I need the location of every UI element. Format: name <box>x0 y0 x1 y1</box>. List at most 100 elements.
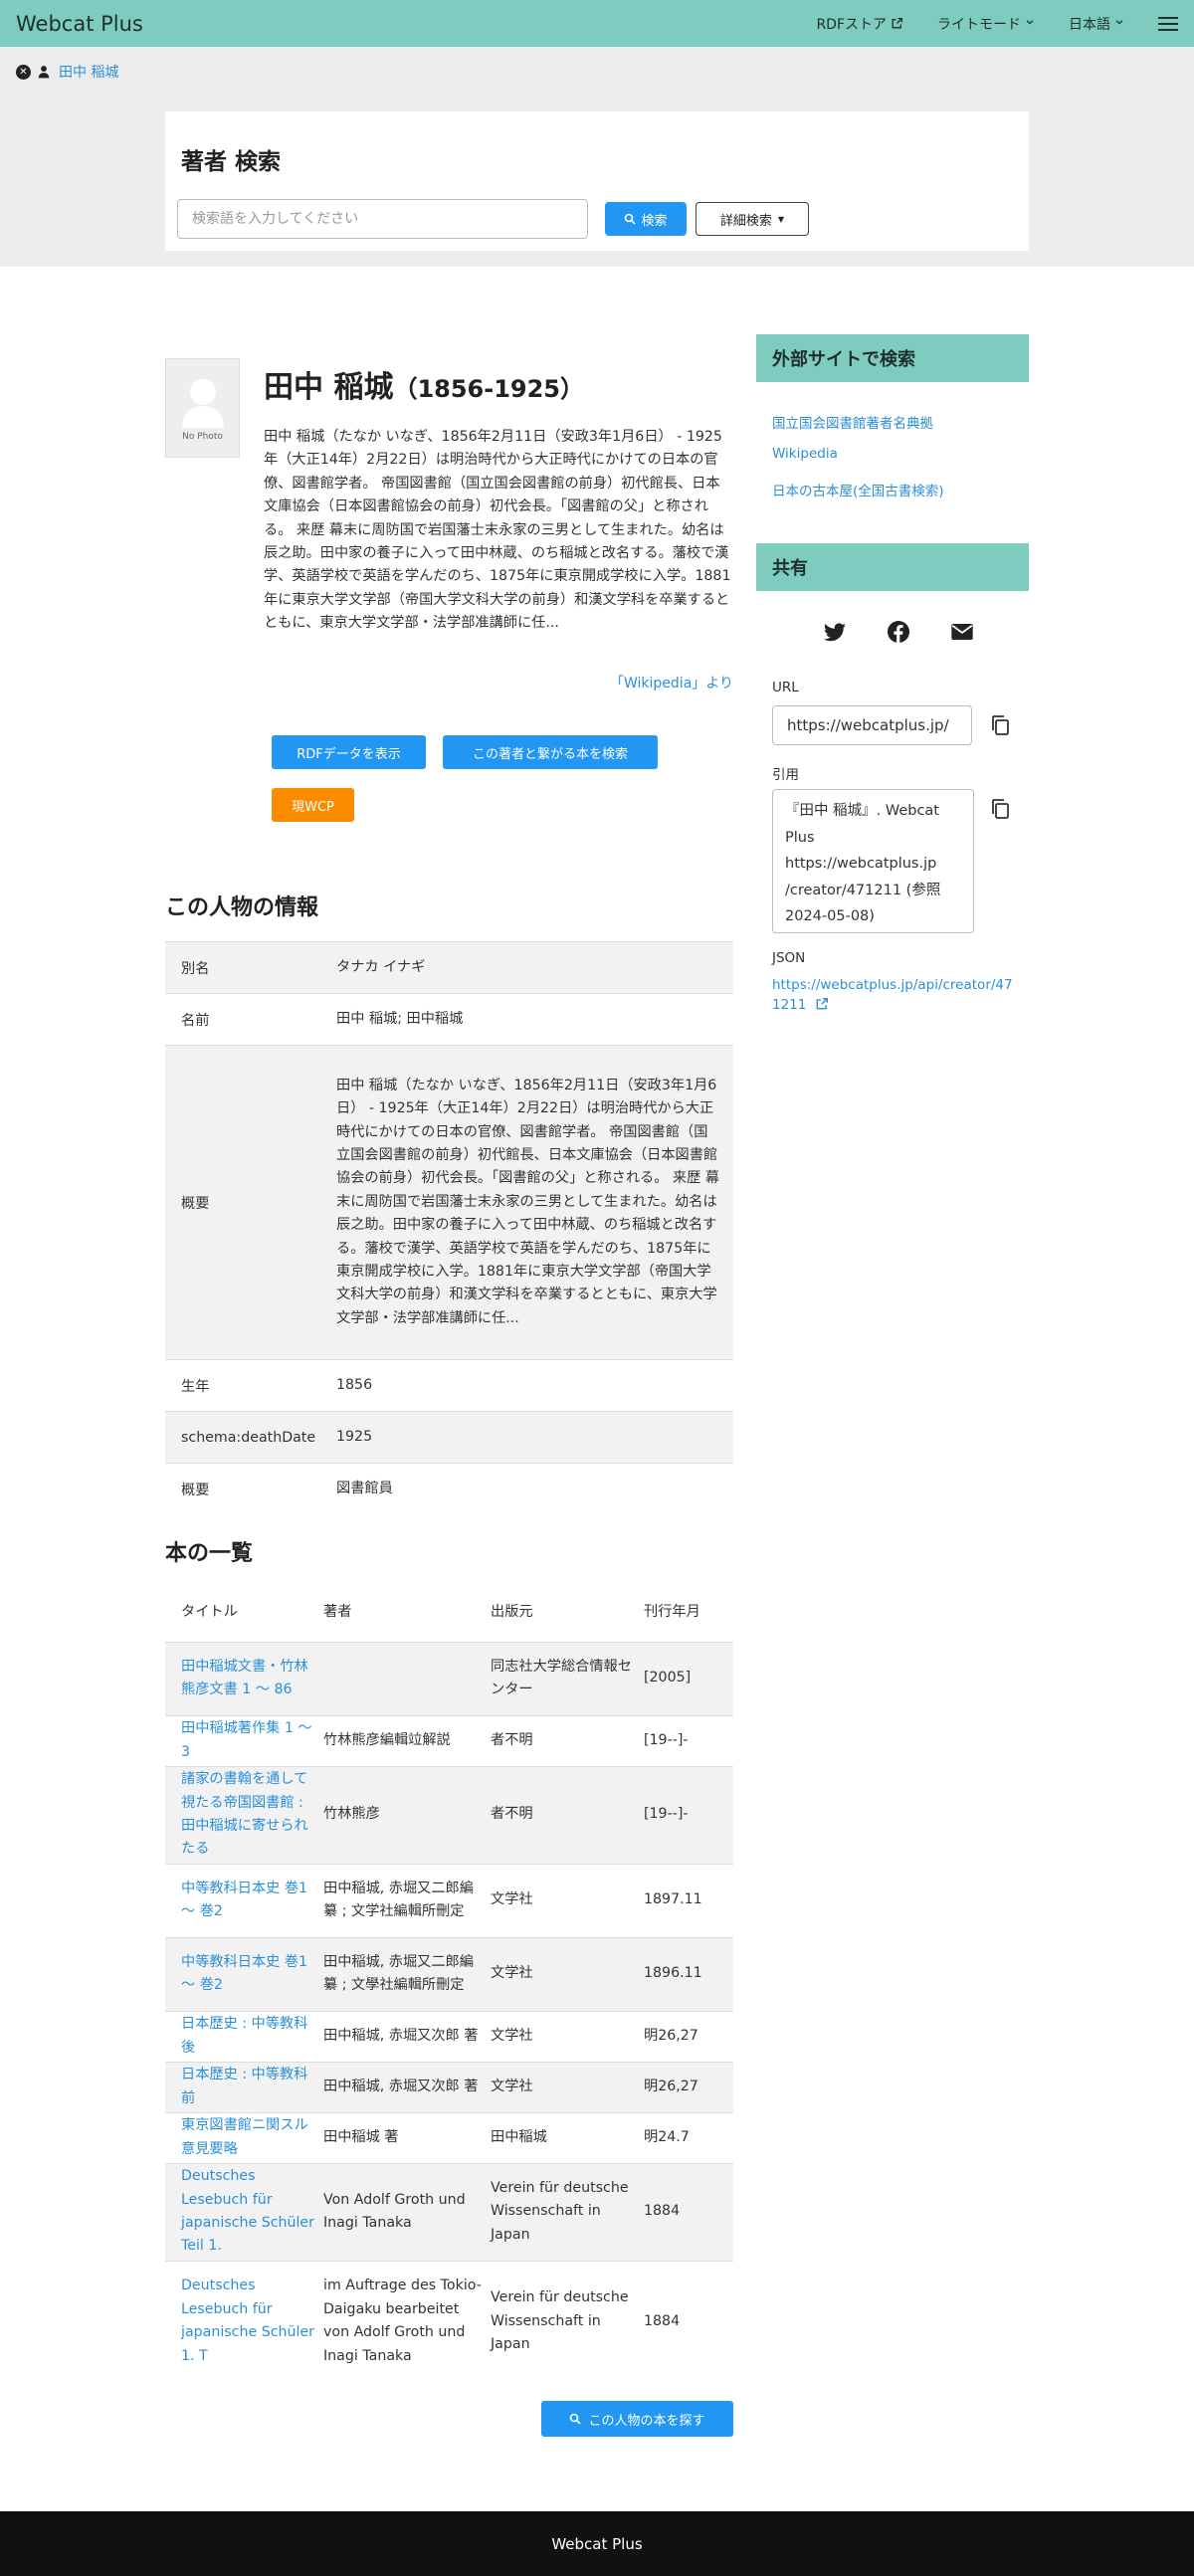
book-date: [2005] <box>644 1641 733 1715</box>
hamburger-menu-icon[interactable] <box>1158 16 1178 31</box>
share-icons <box>824 621 973 643</box>
citation-textarea[interactable]: 『田中 稲城』. Webcat Plus https://webcatplus.… <box>772 789 974 933</box>
info-key: 生年 <box>165 1359 336 1412</box>
book-title-link[interactable]: 田中稲城著作集 1 〜 3 <box>181 1720 312 1759</box>
book-date: 1884 <box>644 2260 733 2382</box>
book-publisher: 同志社大学総合情報センター <box>491 1641 644 1715</box>
author-photo-placeholder: No Photo <box>165 358 240 458</box>
brand-logo[interactable]: Webcat Plus <box>16 12 143 36</box>
footer-text: Webcat Plus <box>551 2534 643 2553</box>
book-title-link[interactable]: 中等教科日本史 巻1 〜 巻2 <box>181 1881 307 1919</box>
info-row: 別名 タナカ イナギ <box>165 941 733 994</box>
related-books-label: この著者と繋がる本を検索 <box>472 746 628 762</box>
book-author: 田中稲城, 赤堀又二郎編纂 ; 文学社編輯所刪定 <box>323 1863 491 1937</box>
info-row: 名前 田中 稲城; 田中稲城 <box>165 993 733 1046</box>
book-title-link[interactable]: 日本歴史 : 中等教科 後 <box>181 2016 307 2055</box>
search-title: 著者 検索 <box>181 149 282 175</box>
detail-search-label: 詳細検索 <box>719 213 772 229</box>
nav-language[interactable]: 日本語 <box>1069 14 1124 34</box>
book-publisher: Verein für deutsche Wissenschaft in Japa… <box>491 2260 644 2382</box>
breadcrumb-author-link[interactable]: 田中 稲城 <box>59 62 118 82</box>
table-row: 諸家の書翰を通して視たる帝国図書館 : 田中稲城に寄せられたる 竹林熊彦 者不明 [1… <box>165 1765 733 1864</box>
search-icon <box>624 213 637 225</box>
show-rdf-button[interactable]: RDFデータを表示 <box>272 735 426 769</box>
clear-filter-icon[interactable]: ✕ <box>16 64 31 80</box>
footer: Webcat Plus <box>0 2511 1194 2576</box>
book-author: im Auftrage des Tokio-Daigaku bearbeitet… <box>323 2260 491 2382</box>
book-title-link[interactable]: 田中稲城文書・竹林熊彦文書 1 〜 86 <box>181 1659 308 1697</box>
book-publisher: 田中稲城 <box>491 2111 644 2163</box>
caret-down-icon: ▼ <box>777 214 785 224</box>
book-author: 田中稲城, 赤堀又次郎 著 <box>323 2061 491 2112</box>
person-icon <box>37 65 51 79</box>
detail-search-button[interactable]: 詳細検索 ▼ <box>696 202 809 236</box>
info-value: 田中 稲城; 田中稲城 <box>336 993 733 1046</box>
breadcrumb: ✕ 田中 稲城 <box>16 62 118 82</box>
nav-language-label: 日本語 <box>1069 16 1110 33</box>
json-api-url: https://webcatplus.jp/api/creator/471211 <box>772 977 1013 1013</box>
book-publisher: 文学社 <box>491 1863 644 1937</box>
search-button[interactable]: 検索 <box>605 202 687 236</box>
book-publisher: 文学社 <box>491 2010 644 2062</box>
find-author-books-button[interactable]: この人物の本を探す <box>541 2401 733 2437</box>
nav-light-mode-label: ライトモード <box>937 16 1021 33</box>
book-date: [19--]- <box>644 1765 733 1864</box>
external-link-icon <box>815 997 829 1017</box>
search-icon <box>569 2413 582 2425</box>
copy-citation-icon[interactable] <box>990 798 1010 820</box>
col-header-publisher: 出版元 <box>491 1604 533 1621</box>
wikipedia-link[interactable]: Wikipedia <box>772 446 838 462</box>
book-date: 明24.7 <box>644 2111 733 2163</box>
related-books-button[interactable]: この著者と繋がる本を検索 <box>443 735 658 769</box>
book-title-link[interactable]: 東京図書館ニ関スル意見要略 <box>181 2117 308 2156</box>
table-row: 日本歴史 : 中等教科 後田中稲城, 赤堀又次郎 著文学社 明26,27 <box>165 2010 733 2062</box>
facebook-icon[interactable] <box>888 621 909 643</box>
book-title-link[interactable]: 日本歴史 : 中等教科 前 <box>181 2067 307 2105</box>
book-author: 竹林熊彦 <box>323 1765 491 1864</box>
info-row: 概要 田中 稲城（たなか いなぎ、1856年2月11日（安政3年1月6日） - 1… <box>165 1045 733 1360</box>
book-title-link[interactable]: 諸家の書翰を通して視たる帝国図書館 : 田中稲城に寄せられたる <box>181 1771 308 1857</box>
book-title-link[interactable]: Deutsches Lesebuch für japanische Schüle… <box>181 2278 314 2363</box>
external-search-header: 外部サイトで検索 <box>756 334 1029 382</box>
share-url-field[interactable]: https://webcatplus.jp/ <box>772 705 972 745</box>
book-date: [19--]- <box>644 1714 733 1766</box>
book-author <box>323 1641 491 1715</box>
book-author: 竹林熊彦編輯竝解説 <box>323 1714 491 1766</box>
info-table: 別名 タナカ イナギ 名前 田中 稲城; 田中稲城 概要 田中 稲城（たなか いなぎ、… <box>165 941 733 1515</box>
book-author: 田中稲城, 赤堀又二郎編纂 ; 文學社編輯所刪定 <box>323 1936 491 2011</box>
book-title-link[interactable]: 中等教科日本史 巻1 〜 巻2 <box>181 1954 307 1993</box>
author-name: 田中 稲城 <box>264 370 394 405</box>
nav-rdf-store[interactable]: RDFストア <box>816 14 903 34</box>
table-row: 中等教科日本史 巻1 〜 巻2 田中稲城, 赤堀又二郎編纂 ; 文學社編輯所刪定文… <box>165 1936 733 2011</box>
books-header-row: タイトル 著者 出版元 刊行年月 <box>165 1584 733 1642</box>
author-years: （1856-1925） <box>393 375 585 403</box>
kosho-link[interactable]: 日本の古本屋(全国古書検索) <box>772 480 944 499</box>
copy-url-icon[interactable] <box>990 714 1010 736</box>
books-section-title: 本の一覧 <box>165 1541 254 1566</box>
book-date: 明26,27 <box>644 2061 733 2112</box>
table-row: 田中稲城著作集 1 〜 3 竹林熊彦編輯竝解説 者不明 [19--]- <box>165 1714 733 1766</box>
info-key: 名前 <box>165 993 336 1046</box>
chevron-down-icon <box>1025 17 1035 30</box>
show-rdf-label: RDFデータを表示 <box>297 746 401 762</box>
table-row: Deutsches Lesebuch für japanische Schüle… <box>165 2162 733 2261</box>
table-row: 日本歴史 : 中等教科 前田中稲城, 赤堀又次郎 著文学社 明26,27 <box>165 2061 733 2112</box>
nav-light-mode[interactable]: ライトモード <box>937 14 1035 34</box>
book-title-link[interactable]: Deutsches Lesebuch für japanische Schüle… <box>181 2168 314 2254</box>
wikipedia-source-link[interactable]: 「Wikipedia」より <box>610 673 733 693</box>
info-key: schema:deathDate <box>165 1411 336 1464</box>
book-author: 田中稲城 著 <box>323 2111 491 2163</box>
json-api-link[interactable]: https://webcatplus.jp/api/creator/471211 <box>772 975 1021 1017</box>
twitter-icon[interactable] <box>824 622 846 642</box>
info-section-title: この人物の情報 <box>165 895 319 920</box>
book-publisher: Verein für deutsche Wissenschaft in Japa… <box>491 2162 644 2261</box>
wcp-button[interactable]: 現WCP <box>272 788 354 822</box>
ndl-authority-link[interactable]: 国立国会図書館著者名典拠 <box>772 412 933 432</box>
wcp-label: 現WCP <box>292 799 334 815</box>
email-icon[interactable] <box>951 624 973 640</box>
search-input[interactable] <box>177 199 588 239</box>
book-publisher: 者不明 <box>491 1714 644 1766</box>
book-author: 田中稲城, 赤堀又次郎 著 <box>323 2010 491 2062</box>
chevron-down-icon <box>1114 17 1124 30</box>
info-value: 1925 <box>336 1411 733 1464</box>
